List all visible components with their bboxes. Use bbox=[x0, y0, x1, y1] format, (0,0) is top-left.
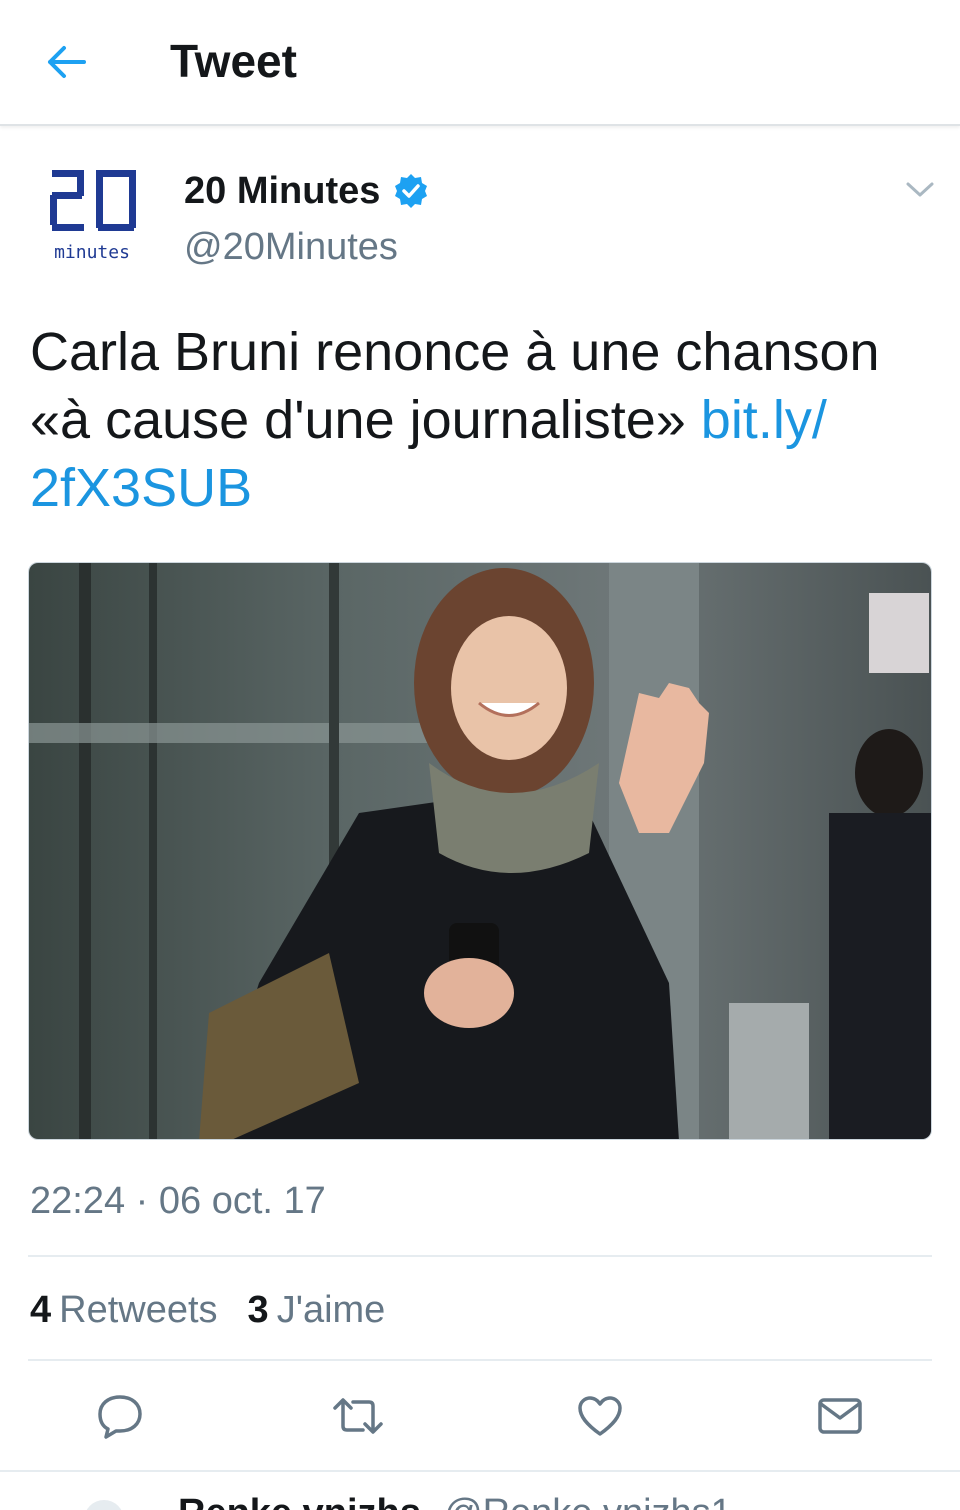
tweet-text: Carla Bruni renonce à une chanson «à cau… bbox=[30, 318, 940, 522]
logo-text: minutes bbox=[54, 242, 130, 263]
likes-label: J'aime bbox=[276, 1289, 386, 1331]
tweet-stats: 4 Retweets 3 J'aime bbox=[30, 1286, 415, 1334]
likes-stat[interactable]: 3 J'aime bbox=[248, 1286, 386, 1334]
author-handle[interactable]: @20Minutes bbox=[184, 224, 398, 270]
heart-icon bbox=[578, 1396, 622, 1436]
author-name-text: 20 Minutes bbox=[184, 170, 381, 212]
retweet-icon bbox=[333, 1398, 383, 1434]
retweets-label: Retweets bbox=[59, 1289, 218, 1331]
retweets-stat[interactable]: 4 Retweets bbox=[30, 1286, 218, 1334]
retweet-button[interactable] bbox=[330, 1388, 386, 1444]
reply-avatar[interactable] bbox=[84, 1500, 124, 1510]
top-bar: Tweet bbox=[0, 0, 960, 126]
divider bbox=[28, 1255, 932, 1257]
author-name[interactable]: 20 Minutes bbox=[184, 168, 430, 214]
chevron-down-icon bbox=[906, 182, 934, 197]
more-options-button[interactable] bbox=[896, 170, 944, 210]
share-button[interactable] bbox=[812, 1388, 868, 1444]
reply-icon bbox=[98, 1395, 142, 1439]
tweet-timestamp: 22:24 · 06 oct. 17 bbox=[30, 1180, 326, 1222]
verified-badge-icon bbox=[392, 172, 430, 210]
back-button[interactable] bbox=[34, 30, 98, 94]
like-button[interactable] bbox=[572, 1388, 628, 1444]
arrow-left-icon bbox=[48, 46, 86, 78]
mail-icon bbox=[818, 1398, 862, 1434]
tweet-actions bbox=[0, 1362, 960, 1472]
divider bbox=[28, 1359, 932, 1361]
reply-button[interactable] bbox=[92, 1388, 148, 1444]
author-avatar[interactable]: minutes bbox=[44, 162, 144, 272]
likes-count: 3 bbox=[247, 1289, 269, 1331]
tweet-photo[interactable] bbox=[28, 562, 932, 1140]
reply-author-name[interactable]: Renke.vnizhs bbox=[178, 1490, 421, 1510]
retweets-count: 4 bbox=[30, 1289, 52, 1331]
reply-author-handle[interactable]: @Renke.vnizhs1 bbox=[444, 1490, 732, 1510]
page-title: Tweet bbox=[170, 35, 297, 87]
